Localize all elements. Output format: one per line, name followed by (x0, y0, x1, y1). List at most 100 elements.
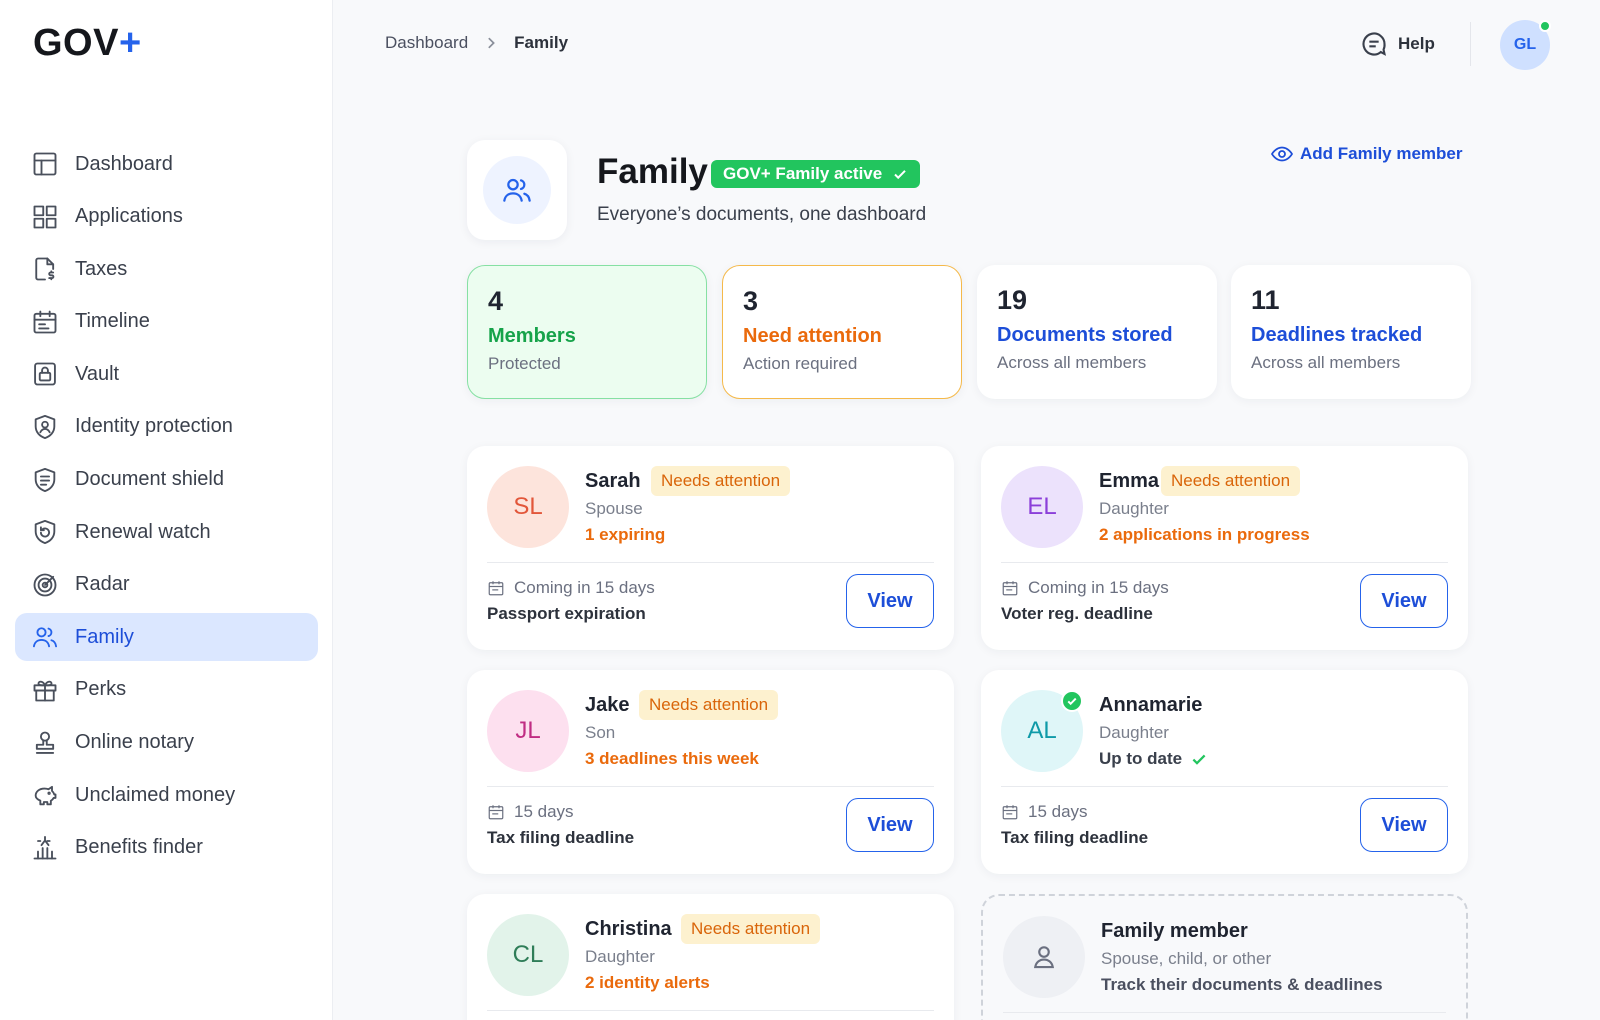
card-divider (487, 1010, 934, 1011)
deadline-title: Voter reg. deadline (1001, 604, 1153, 623)
add-card-description: Track their documents & deadlines (1101, 975, 1383, 994)
sidebar-item-label: Unclaimed money (75, 783, 236, 806)
stat-subtitle: Across all members (1251, 353, 1401, 372)
sidebar-item-label: Applications (75, 205, 183, 228)
user-avatar[interactable]: GL (1500, 20, 1551, 70)
stat-title: Need attention (743, 325, 882, 347)
sidebar-item-label: Dashboard (75, 152, 173, 175)
sidebar-item-unclaimed-money[interactable]: Unclaimed money (15, 771, 318, 819)
sidebar-item-timeline[interactable]: Timeline (15, 298, 318, 346)
dashboard-icon (33, 152, 57, 176)
sidebar-item-label: Timeline (75, 310, 150, 333)
check-icon (894, 170, 906, 180)
deadline-title: Passport expiration (487, 604, 646, 623)
member-status-note: Up to date (1099, 749, 1208, 769)
sidebar: GOV+ Dashboard Applications Taxes Timeli… (0, 0, 333, 1020)
breadcrumb-dashboard-link[interactable]: Dashboard (385, 33, 468, 53)
view-button[interactable]: View (846, 798, 934, 852)
deadline-title: Tax filing deadline (1001, 828, 1149, 847)
stat-subtitle: Action required (743, 354, 858, 373)
calendar-icon (488, 581, 504, 596)
view-button[interactable]: View (1360, 798, 1448, 852)
sidebar-item-identity-protection[interactable]: Identity protection (15, 403, 318, 451)
sidebar-item-perks[interactable]: Perks (15, 666, 318, 714)
deadline-timing-label: Coming in 15 days (514, 578, 655, 597)
card-divider (1003, 1012, 1446, 1013)
view-button[interactable]: View (1360, 574, 1448, 628)
page-subtitle: Everyone’s documents, one dashboard (597, 204, 927, 225)
member-name: Emma (1099, 470, 1160, 492)
sidebar-item-document-shield[interactable]: Document shield (15, 456, 318, 504)
member-card-sarah: SL Sarah Needs attention Spouse 1 expiri… (467, 446, 954, 650)
stat-documents-stored[interactable]: 19 Documents stored Across all members (977, 265, 1217, 399)
page-title: Family (597, 152, 708, 191)
member-name: Jake (585, 694, 630, 716)
stat-value: 19 (997, 285, 1028, 315)
gov-plus-logo[interactable]: GOV+ (33, 22, 142, 65)
eye-icon (1270, 146, 1294, 162)
card-divider (1001, 562, 1448, 563)
stat-title: Deadlines tracked (1251, 324, 1423, 346)
member-card-annamarie: AL Annamarie Daughter Up to date 15 days… (981, 670, 1468, 874)
sidebar-item-dashboard[interactable]: Dashboard (15, 140, 318, 188)
sidebar-item-label: Vault (75, 362, 120, 385)
deadline-timing-label: 15 days (1028, 802, 1088, 821)
member-role: Son (585, 723, 616, 742)
member-card-emma: EL Emma Needs attention Daughter 2 appli… (981, 446, 1468, 650)
add-family-member-card[interactable]: Family member Spouse, child, or other Tr… (981, 894, 1468, 1020)
breadcrumb-current: Family (514, 33, 569, 52)
topbar-divider (1470, 22, 1471, 66)
needs-attention-badge: Needs attention (1161, 466, 1301, 496)
stat-need-attention[interactable]: 3 Need attention Action required (722, 265, 962, 399)
stamp-icon (35, 731, 55, 754)
deadline-timing-label: Coming in 15 days (1028, 578, 1169, 597)
calendar-icon (1002, 805, 1018, 820)
stat-members[interactable]: 4 Members Protected (467, 265, 707, 399)
sidebar-item-radar[interactable]: Radar (15, 561, 318, 609)
member-card-jake: JL Jake Needs attention Son 3 deadlines … (467, 670, 954, 874)
check-icon (1067, 697, 1077, 706)
help-button[interactable]: Help (1360, 30, 1435, 58)
view-button[interactable]: View (846, 574, 934, 628)
deadline-timing: 15 days (1001, 802, 1088, 822)
sidebar-item-online-notary[interactable]: Online notary (15, 719, 318, 767)
sidebar-nav: Dashboard Applications Taxes Timeline Va… (15, 140, 318, 876)
stat-subtitle: Across all members (997, 353, 1147, 372)
stat-title: Members (488, 325, 576, 347)
add-family-member-link[interactable]: Add Family member (1270, 142, 1463, 166)
gift-icon (33, 680, 57, 702)
member-status-note: 2 applications in progress (1099, 525, 1310, 544)
sidebar-item-taxes[interactable]: Taxes (15, 245, 318, 293)
badge-label: GOV+ Family active (723, 164, 883, 183)
family-icon-circle (483, 156, 551, 224)
member-avatar: CL (487, 914, 569, 996)
stat-deadlines-tracked[interactable]: 11 Deadlines tracked Across all members (1231, 265, 1471, 399)
benefits-icon (33, 835, 57, 860)
sidebar-item-label: Document shield (75, 468, 224, 491)
placeholder-avatar (1003, 916, 1085, 998)
sidebar-item-family[interactable]: Family (15, 613, 318, 662)
sidebar-item-label: Family (75, 625, 134, 648)
sidebar-item-label: Renewal watch (75, 520, 211, 543)
member-avatar: EL (1001, 466, 1083, 548)
sidebar-item-label: Benefits finder (75, 836, 203, 859)
sidebar-item-renewal-watch[interactable]: Renewal watch (15, 508, 318, 556)
online-status-dot (1539, 20, 1551, 32)
sidebar-item-applications[interactable]: Applications (15, 193, 318, 241)
deadline-timing: Coming in 15 days (487, 578, 655, 598)
sidebar-item-vault[interactable]: Vault (15, 350, 318, 398)
sidebar-item-label: Taxes (75, 257, 128, 280)
member-status-note: 3 deadlines this week (585, 749, 759, 768)
add-card-title: Family member (1101, 920, 1248, 942)
needs-attention-badge: Needs attention (651, 466, 791, 496)
member-role: Daughter (585, 947, 655, 966)
member-role: Spouse (585, 499, 643, 518)
user-avatar-initials: GL (1513, 36, 1537, 53)
up-to-date-label: Up to date (1099, 749, 1183, 768)
tax-document-icon (35, 257, 55, 281)
add-family-member-label: Add Family member (1300, 144, 1463, 163)
member-name: Christina (585, 918, 672, 940)
card-divider (1001, 786, 1448, 787)
sidebar-item-benefits-finder[interactable]: Benefits finder (15, 824, 318, 872)
member-name: Sarah (585, 470, 641, 492)
